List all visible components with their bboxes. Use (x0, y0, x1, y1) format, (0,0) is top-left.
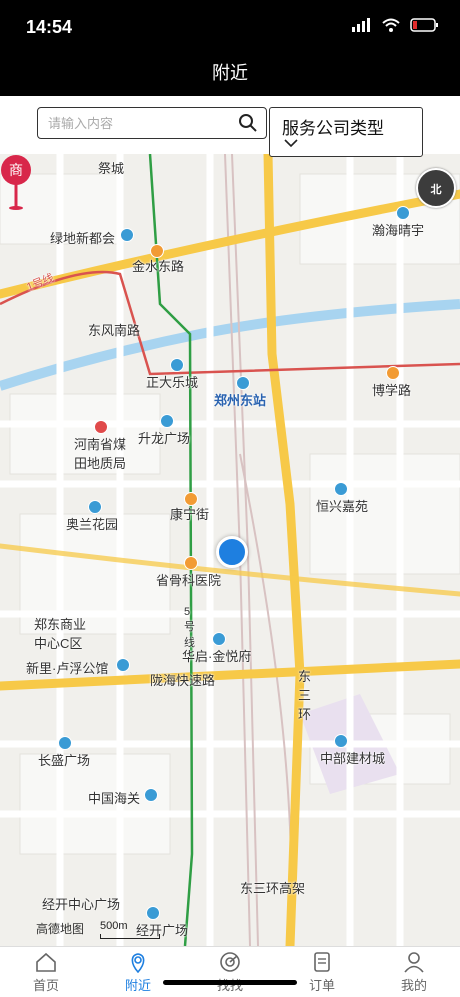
tab-mine[interactable]: 我的 (368, 947, 460, 997)
compass[interactable]: 北 (416, 168, 456, 208)
map-label: 金水东路 (132, 259, 185, 274)
poi-marker[interactable] (334, 734, 348, 748)
tab-home[interactable]: 首页 (0, 947, 92, 997)
map-label: 东风南路 (88, 323, 141, 338)
scale-bar (100, 934, 160, 939)
status-icons (352, 18, 440, 32)
map-label: 恒兴嘉苑 (316, 499, 369, 514)
map-label: 河南省煤田地质局 (74, 437, 127, 471)
battery-icon (410, 18, 438, 32)
map-label: 新里·卢浮公馆 (26, 661, 109, 676)
poi-marker[interactable] (94, 420, 108, 434)
company-type-label: 服务公司类型 (282, 119, 384, 138)
search-row: 服务公司类型 (0, 96, 460, 157)
poi-marker[interactable] (170, 358, 184, 372)
map-label: 康宁街 (170, 507, 210, 522)
map-label: 东三环高架 (240, 881, 306, 896)
merchant-pin[interactable]: 商 (0, 154, 32, 210)
search-icon[interactable] (238, 113, 258, 133)
location-icon (131, 953, 145, 973)
tab-label: 附近 (124, 978, 151, 993)
merchant-pin-label: 商 (9, 162, 23, 178)
tab-orders[interactable]: 订单 (276, 947, 368, 997)
map-label: 正大乐城 (146, 375, 199, 390)
clock: 14:54 (26, 17, 73, 37)
map-label: 博学路 (372, 383, 412, 398)
poi-marker[interactable] (146, 906, 160, 920)
poi-marker[interactable] (160, 414, 174, 428)
poi-marker[interactable] (334, 482, 348, 496)
tab-nearby[interactable]: 附近 (92, 947, 184, 997)
company-type-select[interactable]: 服务公司类型 (269, 107, 423, 157)
tab-bar: 首页 附近 找找 订单 我的 (0, 946, 460, 997)
user-icon (404, 952, 424, 973)
poi-marker[interactable] (212, 632, 226, 646)
map-label: 绿地新都会 (50, 231, 116, 246)
poi-marker[interactable] (386, 366, 400, 380)
metro-station-marker[interactable] (236, 376, 250, 390)
scale-label: 500m (100, 920, 128, 932)
map-label: 经开中心广场 (42, 897, 121, 912)
map-label: 5号线 (184, 606, 195, 649)
current-location-dot (216, 536, 248, 568)
wifi-icon (382, 18, 400, 32)
map-label: 升龙广场 (138, 431, 191, 446)
map-label: 陇海快速路 (150, 673, 216, 688)
tab-label: 首页 (32, 978, 59, 993)
map-label: 东三环 (298, 669, 312, 722)
map-label: 郑州东站 (214, 393, 267, 408)
chevron-down-icon (284, 139, 298, 148)
compass-label: 北 (430, 184, 442, 196)
poi-marker[interactable] (150, 244, 164, 258)
order-icon (314, 952, 330, 972)
poi-marker[interactable] (120, 228, 134, 242)
poi-marker[interactable] (396, 206, 410, 220)
poi-marker[interactable] (88, 500, 102, 514)
map-label: 瀚海晴宇 (372, 223, 425, 238)
map-label: 中国海关 (88, 791, 141, 806)
status-bar: 14:54 (0, 0, 460, 56)
map-label: 奥兰花园 (66, 517, 119, 532)
poi-marker[interactable] (144, 788, 158, 802)
map-label: 祭城 (98, 161, 125, 176)
poi-marker[interactable] (58, 736, 72, 750)
map-label: 华启·金悦府 (182, 649, 252, 664)
tab-label: 订单 (308, 978, 335, 993)
search-input[interactable] (46, 114, 230, 132)
search-box[interactable] (37, 107, 267, 139)
home-indicator (163, 980, 297, 985)
tab-label: 我的 (400, 978, 427, 993)
map-label: 省骨科医院 (156, 573, 222, 588)
nav-bar: 附近 (0, 56, 460, 96)
poi-marker[interactable] (116, 658, 130, 672)
poi-marker[interactable] (184, 492, 198, 506)
map-label: 中部建材城 (320, 751, 386, 766)
radar-icon (220, 952, 240, 972)
map-view[interactable]: 北 祭城 瀚海晴宇 绿地新都会 金水东路 东风南路 正大乐城 郑州东站 博学路 … (0, 154, 460, 946)
map-logo: 高德地图 (36, 922, 85, 936)
poi-marker[interactable] (184, 556, 198, 570)
signal-icon (352, 18, 370, 32)
map-label: 长盛广场 (38, 753, 91, 768)
tab-find[interactable]: 找找 (184, 947, 276, 997)
map-label: 郑东商业中心C区 (34, 617, 87, 651)
home-icon (36, 952, 56, 972)
page-title: 附近 (212, 63, 248, 83)
